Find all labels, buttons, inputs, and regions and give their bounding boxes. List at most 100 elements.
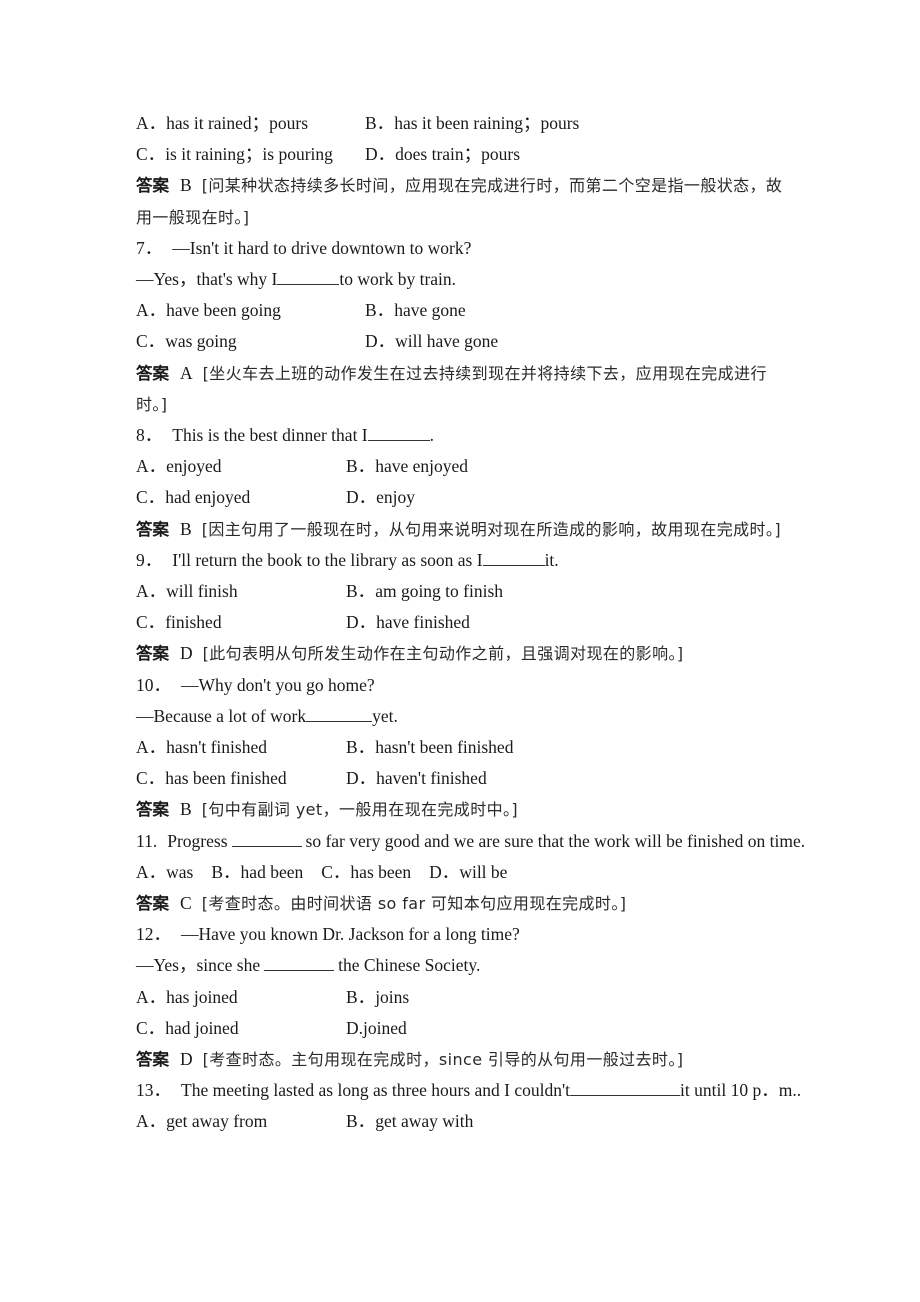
question-stem-line1: 13． The meeting lasted as long as three h… bbox=[136, 1075, 801, 1106]
option-letter: A． bbox=[136, 861, 167, 882]
option-a[interactable]: A．have been going bbox=[136, 295, 281, 326]
option-letter: C． bbox=[136, 612, 166, 633]
question-block-12: 12． —Have you known Dr. Jackson for a lon… bbox=[136, 919, 784, 1075]
option-c[interactable]: C．has been bbox=[321, 862, 411, 882]
question-stem-line2: —Yes，that's why I to work by train. bbox=[136, 264, 784, 295]
option-text: have been going bbox=[166, 300, 281, 321]
answer-explanation: [此句表明从句所发生动作在主句动作之前，且强调对现在的影响。] bbox=[202, 644, 684, 664]
option-text: has it rained；pours bbox=[166, 113, 309, 133]
option-c[interactable]: C．had enjoyed bbox=[136, 482, 250, 513]
question-block-10: 10． —Why don't you go home? —Because a lo… bbox=[136, 670, 784, 826]
option-row-ab: A．enjoyed B．have enjoyed bbox=[136, 451, 784, 482]
option-letter: A． bbox=[136, 1111, 167, 1132]
option-text: hasn't been finished bbox=[375, 736, 514, 757]
option-b[interactable]: B．had been bbox=[211, 862, 303, 882]
question-stem-line2: —Yes，since she the Chinese Society. bbox=[136, 950, 784, 981]
option-b[interactable]: B．have enjoyed bbox=[346, 451, 468, 482]
answer-blank[interactable] bbox=[264, 970, 335, 972]
option-c[interactable]: C．is it raining；is pouring bbox=[136, 139, 333, 170]
answer-letter: B bbox=[180, 175, 192, 196]
option-b[interactable]: B．has it been raining；pours bbox=[365, 108, 579, 139]
option-letter: C． bbox=[136, 768, 166, 789]
option-b[interactable]: B．hasn't been finished bbox=[346, 732, 513, 763]
option-a[interactable]: A．has joined bbox=[136, 982, 238, 1013]
option-text: get away with bbox=[375, 1111, 474, 1132]
option-d[interactable]: D．does train；pours bbox=[365, 139, 520, 170]
option-text: has been bbox=[350, 861, 412, 882]
option-d[interactable]: D.joined bbox=[346, 1013, 407, 1044]
option-letter: D． bbox=[429, 861, 460, 882]
option-a[interactable]: A．will finish bbox=[136, 576, 238, 607]
option-b[interactable]: B．joins bbox=[346, 982, 409, 1013]
option-row-cd: C．was going D．will have gone bbox=[136, 326, 784, 357]
question-text-pre: I'll return the book to the library as s… bbox=[172, 549, 483, 570]
option-a[interactable]: A．hasn't finished bbox=[136, 732, 267, 763]
option-text: will have gone bbox=[395, 331, 499, 352]
answer-blank[interactable] bbox=[277, 283, 340, 285]
option-text: enjoy bbox=[376, 487, 416, 508]
option-d[interactable]: D．will be bbox=[429, 862, 507, 882]
answer-letter: C bbox=[180, 892, 192, 913]
answer-explanation: [坐火车去上班的动作发生在过去持续到现在并将持续下去，应用现在完成进行时。] bbox=[136, 363, 767, 414]
option-letter: C． bbox=[136, 487, 166, 508]
answer-explanation: [考查时态。主句用现在完成时，since 引导的从句用一般过去时。] bbox=[202, 1049, 684, 1069]
question-text-post: yet. bbox=[372, 705, 398, 726]
answer-blank[interactable] bbox=[306, 720, 373, 722]
option-text: haven't finished bbox=[376, 768, 487, 789]
question-number: 10． bbox=[136, 674, 171, 695]
option-letter: B． bbox=[346, 736, 376, 757]
question-text-post: it. bbox=[544, 549, 559, 570]
option-a[interactable]: A．was bbox=[136, 862, 193, 882]
option-text: was going bbox=[165, 331, 237, 352]
question-block-7: 7． —Isn't it hard to drive downtown to wo… bbox=[136, 233, 784, 420]
option-row-ab: A．have been going B．have gone bbox=[136, 295, 784, 326]
option-c[interactable]: C．had joined bbox=[136, 1013, 239, 1044]
option-c[interactable]: C．finished bbox=[136, 607, 222, 638]
option-a[interactable]: A．enjoyed bbox=[136, 451, 222, 482]
option-b[interactable]: B．have gone bbox=[365, 295, 466, 326]
answer-label: 答案 bbox=[136, 800, 169, 820]
question-number: 11. bbox=[136, 830, 158, 851]
option-letter: D． bbox=[365, 331, 396, 352]
option-d[interactable]: D．will have gone bbox=[365, 326, 498, 357]
question-text-pre: The meeting lasted as long as three hour… bbox=[181, 1080, 571, 1101]
option-b[interactable]: B．am going to finish bbox=[346, 576, 503, 607]
option-letter: B． bbox=[346, 1111, 376, 1132]
question-text-pre: —Because a lot of work bbox=[136, 705, 307, 726]
option-letter: B． bbox=[365, 113, 395, 133]
option-c[interactable]: C．has been finished bbox=[136, 763, 287, 794]
question-text-post: so far very good and we are sure that th… bbox=[305, 830, 806, 851]
option-text: had been bbox=[240, 861, 304, 882]
option-a[interactable]: A．has it rained；pours bbox=[136, 108, 308, 139]
question-block-13: 13． The meeting lasted as long as three h… bbox=[136, 1075, 801, 1137]
option-letter: A． bbox=[136, 300, 167, 321]
question-text-pre: —Yes，since she bbox=[136, 955, 261, 976]
option-letter: B． bbox=[346, 456, 376, 477]
option-letter: B． bbox=[365, 300, 395, 321]
option-d[interactable]: D．have finished bbox=[346, 607, 470, 638]
answer-blank[interactable] bbox=[570, 1095, 681, 1097]
question-block-9: 9． I'll return the book to the library as… bbox=[136, 545, 784, 670]
option-b[interactable]: B．get away with bbox=[346, 1106, 473, 1137]
answer-letter: D bbox=[180, 1048, 193, 1069]
option-letter: A． bbox=[136, 986, 167, 1007]
question-block-8: 8． This is the best dinner that I. A．enjo… bbox=[136, 420, 784, 545]
option-letter: D． bbox=[365, 144, 396, 165]
answer-block: 答案 D [此句表明从句所发生动作在主句动作之前，且强调对现在的影响。] bbox=[136, 638, 784, 669]
option-text: have gone bbox=[394, 300, 466, 321]
answer-block: 答案 D [考查时态。主句用现在完成时，since 引导的从句用一般过去时。] bbox=[136, 1044, 784, 1075]
option-a[interactable]: A．get away from bbox=[136, 1106, 267, 1137]
option-c[interactable]: C．was going bbox=[136, 326, 237, 357]
question-stem-line1: 7． —Isn't it hard to drive downtown to wo… bbox=[136, 233, 784, 264]
answer-block: 答案 B [问某种状态持续多长时间，应用现在完成进行时，而第二个空是指一般状态，故用… bbox=[136, 170, 784, 232]
option-row-inline: A．was B．had been C．has been D．will be bbox=[136, 857, 784, 888]
answer-blank[interactable] bbox=[367, 439, 430, 441]
question-text-pre: This is the best dinner that I bbox=[172, 424, 368, 445]
answer-blank[interactable] bbox=[231, 845, 302, 847]
option-row-ab: A．get away from B．get away with bbox=[136, 1106, 784, 1137]
answer-label: 答案 bbox=[136, 519, 169, 539]
answer-blank[interactable] bbox=[482, 564, 545, 566]
option-d[interactable]: D．haven't finished bbox=[346, 763, 487, 794]
option-d[interactable]: D．enjoy bbox=[346, 482, 415, 513]
option-text: get away from bbox=[166, 1111, 268, 1132]
